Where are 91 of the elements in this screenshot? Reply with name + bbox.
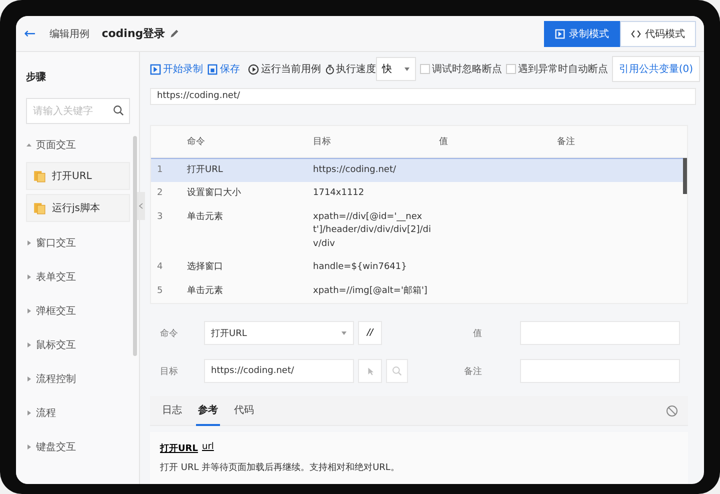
- description: 打开 URL 并等待页面加载后再继续。支持相对和绝对URL。: [160, 462, 400, 474]
- variables-button[interactable]: 引用公共变量(0): [612, 56, 700, 82]
- column-header: 命令: [187, 136, 206, 148]
- field-label: 目标: [160, 366, 179, 378]
- document-icon: [33, 170, 46, 182]
- code-icon: [631, 28, 641, 38]
- record-icon: [150, 64, 161, 74]
- scrollbar[interactable]: [683, 158, 687, 194]
- table-cell-text: 选择窗口: [187, 260, 224, 274]
- row-number: 2: [156, 187, 164, 200]
- step-group[interactable]: 键盘交互: [26, 434, 133, 460]
- step-group[interactable]: 表单交互: [26, 264, 133, 290]
- cursor-icon: [366, 366, 374, 376]
- play-icon: [248, 64, 259, 74]
- caret-down-icon: [341, 330, 347, 336]
- row-number: 5: [156, 284, 164, 298]
- pencil-icon: [169, 28, 180, 38]
- tab[interactable]: 代码: [232, 396, 256, 426]
- select-target-button[interactable]: [358, 359, 382, 383]
- table-cell-text: xpath=//div[@id='__next']/header/div/div/div[2]/div/div: [313, 210, 432, 250]
- record-button[interactable]: 开始录制: [150, 62, 203, 76]
- column-header: 目标: [313, 136, 332, 148]
- row-number: 3: [156, 210, 164, 224]
- table-cell-text: https://coding.net/: [313, 164, 398, 176]
- table-row[interactable]: 5 单击元素 xpath=//img[@alt='邮箱']: [151, 280, 687, 303]
- table-row[interactable]: 3 单击元素 xpath=//div[@id='__next']/header/div/div/div[2]/div/div: [151, 206, 687, 256]
- argument-name: url: [202, 442, 214, 454]
- step-group[interactable]: 窗口交互: [26, 230, 133, 256]
- breadcrumb: 编辑用例: [50, 28, 90, 40]
- row-number: 1: [156, 164, 164, 176]
- step-group[interactable]: 流程: [26, 400, 133, 426]
- command-name: 打开URL: [160, 442, 198, 455]
- caret-icon: [26, 376, 32, 382]
- table-cell-text: 设置窗口大小: [187, 186, 242, 200]
- run-button[interactable]: 运行当前用例: [248, 62, 321, 76]
- record-icon: [555, 28, 565, 38]
- table-row[interactable]: 4 选择窗口 handle=${win7641}: [151, 256, 687, 280]
- find-button[interactable]: [386, 359, 408, 383]
- tab[interactable]: 日志: [160, 396, 184, 426]
- table-cell-text: 1714x1112: [313, 187, 366, 200]
- caret-icon: [26, 274, 32, 280]
- sidebar-title: 步骤: [26, 70, 47, 85]
- command-select[interactable]: 打开URL: [204, 321, 354, 345]
- target-field[interactable]: https://coding.net/: [204, 359, 354, 383]
- caret-icon: [26, 308, 32, 314]
- search-icon: [392, 366, 402, 376]
- field-label: 命令: [160, 328, 179, 340]
- comment-button[interactable]: //: [358, 321, 382, 345]
- url-field[interactable]: https://coding.net/: [150, 88, 696, 104]
- table-cell-text: handle=${win7641}: [313, 261, 408, 274]
- caret-down-icon: [404, 66, 410, 72]
- step-group[interactable]: 页面交互: [26, 132, 133, 158]
- mode-tab[interactable]: 代码模式: [620, 20, 696, 46]
- scrollbar[interactable]: [133, 136, 137, 356]
- clear-icon: [666, 404, 678, 416]
- table-row[interactable]: 2 设置窗口大小 1714x1112: [151, 182, 687, 206]
- breakpoint-checkbox[interactable]: 调试时忽略断点: [420, 62, 502, 76]
- search-field[interactable]: 请输入关键字: [26, 98, 130, 124]
- step-group[interactable]: 流程控制: [26, 366, 133, 392]
- column-header: 值: [439, 136, 449, 148]
- step-item[interactable]: 打开URL: [26, 162, 130, 190]
- caret-icon: [26, 342, 32, 348]
- tab[interactable]: 参考: [196, 396, 220, 426]
- caret-icon: [26, 240, 32, 246]
- save-button[interactable]: 保存: [207, 62, 240, 76]
- step-group[interactable]: 弹框交互: [26, 298, 133, 324]
- save-icon: [207, 64, 218, 74]
- search-icon: [113, 105, 124, 116]
- case-title: coding登录: [102, 26, 166, 41]
- collapse-handle[interactable]: [137, 192, 145, 220]
- table-cell-text: 单击元素: [187, 210, 224, 224]
- table-cell-text: 单击元素: [187, 284, 224, 298]
- speed-label: 执行速度: [336, 62, 376, 76]
- step-group[interactable]: 鼠标交互: [26, 332, 133, 358]
- step-item[interactable]: 运行js脚本: [26, 194, 130, 222]
- caret-icon: [26, 410, 32, 416]
- table-cell-text: xpath=//img[@alt='邮箱']: [313, 284, 428, 298]
- caret-icon: [26, 142, 32, 148]
- field-label: 备注: [463, 366, 482, 378]
- chevron-left-icon: [138, 203, 144, 209]
- timer-icon: [325, 64, 335, 74]
- mode-tab[interactable]: 录制模式: [544, 20, 620, 46]
- column-header: 备注: [557, 136, 576, 148]
- field-label: 值: [472, 328, 482, 340]
- table-cell-text: 打开URL: [187, 164, 224, 176]
- document-icon: [33, 202, 46, 214]
- caret-icon: [26, 444, 32, 450]
- row-number: 4: [156, 261, 164, 274]
- breakpoint-checkbox[interactable]: 遇到异常时自动断点: [506, 62, 608, 76]
- back-button[interactable]: ←: [24, 26, 36, 42]
- speed-select[interactable]: 快: [376, 57, 416, 81]
